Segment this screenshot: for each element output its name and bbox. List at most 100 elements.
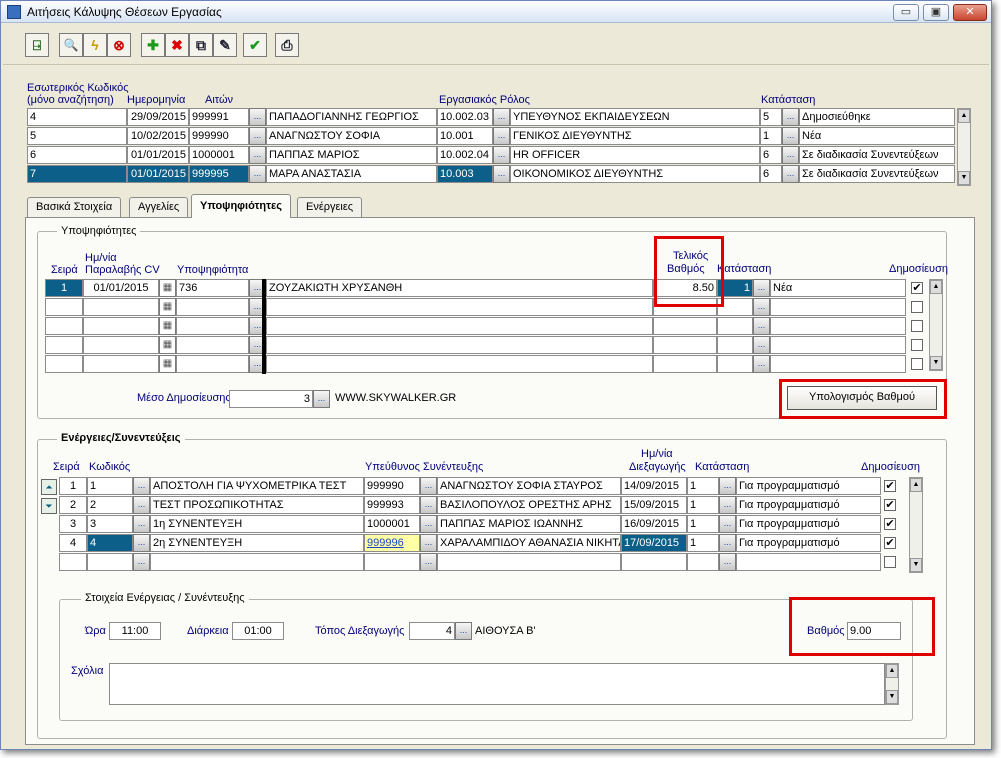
request-role-code-cell[interactable]: 10.003	[437, 165, 493, 183]
act-code-cell[interactable]	[87, 553, 133, 571]
candidates-scrollbar[interactable]: ▲ ▼	[929, 279, 943, 371]
media-code-field[interactable]: 3	[229, 390, 313, 408]
calendar-icon[interactable]: ▦	[159, 298, 176, 316]
interviewer-lookup-button[interactable]: ...	[420, 515, 437, 533]
request-applicant-id-cell[interactable]: 999990	[189, 127, 249, 145]
request-date-cell[interactable]: 01/01/2015	[127, 165, 189, 183]
request-applicant-id-cell[interactable]: 999995	[189, 165, 249, 183]
cand-date-cell[interactable]: 01/01/2015	[83, 279, 159, 297]
publish-checkbox[interactable]	[911, 320, 923, 332]
cand-status-lookup-button[interactable]: ...	[753, 298, 770, 316]
act-interviewer-id-cell[interactable]: 1000001	[364, 515, 420, 533]
request-status-code-cell[interactable]: 6	[760, 146, 782, 164]
cand-status-code-cell[interactable]	[717, 317, 753, 335]
act-date-cell[interactable]: 14/09/2015	[621, 477, 687, 495]
scroll-down-icon[interactable]: ▼	[886, 690, 898, 704]
calendar-icon[interactable]: ▦	[159, 317, 176, 335]
cand-grade-cell[interactable]	[653, 336, 717, 354]
scroll-up-icon[interactable]: ▲	[958, 109, 970, 123]
act-code-cell[interactable]: 4	[87, 534, 133, 552]
cand-date-cell[interactable]	[83, 336, 159, 354]
cand-status-lookup-button[interactable]: ...	[753, 355, 770, 373]
act-status-lookup-button[interactable]: ...	[719, 515, 736, 533]
act-status-code-cell[interactable]: 1	[687, 515, 719, 533]
act-status-lookup-button[interactable]: ...	[719, 553, 736, 571]
print-icon[interactable]: ⎙	[275, 33, 299, 57]
role-lookup-button[interactable]: ...	[493, 146, 510, 164]
request-role-code-cell[interactable]: 10.002.03	[437, 108, 493, 126]
act-seq-cell[interactable]: 4	[59, 534, 87, 552]
act-status-lookup-button[interactable]: ...	[719, 496, 736, 514]
cand-grade-cell[interactable]	[653, 355, 717, 373]
act-status-lookup-button[interactable]: ...	[719, 477, 736, 495]
request-code-cell[interactable]: 5	[27, 127, 127, 145]
request-date-cell[interactable]: 01/01/2015	[127, 146, 189, 164]
act-seq-cell[interactable]	[59, 553, 87, 571]
comments-field[interactable]	[109, 663, 885, 705]
applicant-lookup-button[interactable]: ...	[249, 165, 266, 183]
tab-basic[interactable]: Βασικά Στοιχεία	[27, 197, 122, 217]
applicant-lookup-button[interactable]: ...	[249, 127, 266, 145]
cand-id-cell[interactable]	[176, 336, 249, 354]
cand-status-code-cell[interactable]	[717, 336, 753, 354]
cand-date-cell[interactable]	[83, 355, 159, 373]
act-code-cell[interactable]: 1	[87, 477, 133, 495]
request-applicant-id-cell[interactable]: 1000001	[189, 146, 249, 164]
act-status-code-cell[interactable]: 1	[687, 496, 719, 514]
status-lookup-button[interactable]: ...	[782, 146, 799, 164]
act-publish-checkbox[interactable]: ✔	[884, 518, 896, 530]
calc-grade-button[interactable]: Υπολογισμός Βαθμού	[787, 386, 937, 410]
scroll-down-icon[interactable]: ▼	[958, 171, 970, 185]
scroll-up-icon[interactable]: ▲	[886, 664, 898, 678]
publish-checkbox[interactable]	[911, 301, 923, 313]
act-date-cell[interactable]: 16/09/2015	[621, 515, 687, 533]
action-lookup-button[interactable]: ...	[133, 534, 150, 552]
request-role-code-cell[interactable]: 10.002.04	[437, 146, 493, 164]
act-seq-cell[interactable]: 2	[59, 496, 87, 514]
action-lookup-button[interactable]: ...	[133, 496, 150, 514]
cancel-icon[interactable]: ⊗	[107, 33, 131, 57]
act-status-lookup-button[interactable]: ...	[719, 534, 736, 552]
act-seq-cell[interactable]: 3	[59, 515, 87, 533]
tab-actions[interactable]: Ενέργειες	[297, 197, 363, 217]
act-interviewer-id-cell[interactable]	[364, 553, 420, 571]
calendar-icon[interactable]: ▦	[159, 279, 176, 297]
close-button[interactable]: ✕	[953, 4, 987, 21]
request-date-cell[interactable]: 29/09/2015	[127, 108, 189, 126]
grade-field[interactable]: 9.00	[847, 622, 901, 640]
cand-seq-cell[interactable]	[45, 355, 83, 373]
act-date-cell[interactable]	[621, 553, 687, 571]
comments-scrollbar[interactable]: ▲ ▼	[885, 663, 899, 705]
applicant-lookup-button[interactable]: ...	[249, 146, 266, 164]
move-down-icon[interactable]: ⏷	[41, 498, 57, 514]
tab-candidates[interactable]: Υποψηφιότητες	[191, 194, 291, 218]
act-publish-checkbox[interactable]: ✔	[884, 480, 896, 492]
act-interviewer-id-cell[interactable]: 999996	[364, 534, 420, 552]
act-code-cell[interactable]: 3	[87, 515, 133, 533]
calendar-icon[interactable]: ▦	[159, 336, 176, 354]
request-status-code-cell[interactable]: 1	[760, 127, 782, 145]
interviewer-lookup-button[interactable]: ...	[420, 553, 437, 571]
act-code-cell[interactable]: 2	[87, 496, 133, 514]
lightning-icon[interactable]: ϟ	[83, 33, 107, 57]
interviewer-lookup-button[interactable]: ...	[420, 496, 437, 514]
exit-icon[interactable]: ⍈	[25, 33, 49, 57]
action-lookup-button[interactable]: ...	[133, 477, 150, 495]
publish-checkbox[interactable]: ✔	[911, 282, 923, 294]
cand-date-cell[interactable]	[83, 317, 159, 335]
cand-seq-cell[interactable]	[45, 317, 83, 335]
request-status-code-cell[interactable]: 6	[760, 165, 782, 183]
delete-icon[interactable]: ✖	[165, 33, 189, 57]
place-code-field[interactable]: 4	[409, 622, 455, 640]
act-interviewer-id-cell[interactable]: 999993	[364, 496, 420, 514]
copy-icon[interactable]: ⧉	[189, 33, 213, 57]
add-icon[interactable]: ✚	[141, 33, 165, 57]
status-lookup-button[interactable]: ...	[782, 165, 799, 183]
act-seq-cell[interactable]: 1	[59, 477, 87, 495]
cand-status-lookup-button[interactable]: ...	[753, 279, 770, 297]
applicant-lookup-button[interactable]: ...	[249, 108, 266, 126]
cand-status-lookup-button[interactable]: ...	[753, 336, 770, 354]
edit-icon[interactable]: ✎	[213, 33, 237, 57]
cand-id-cell[interactable]	[176, 298, 249, 316]
request-applicant-id-cell[interactable]: 999991	[189, 108, 249, 126]
